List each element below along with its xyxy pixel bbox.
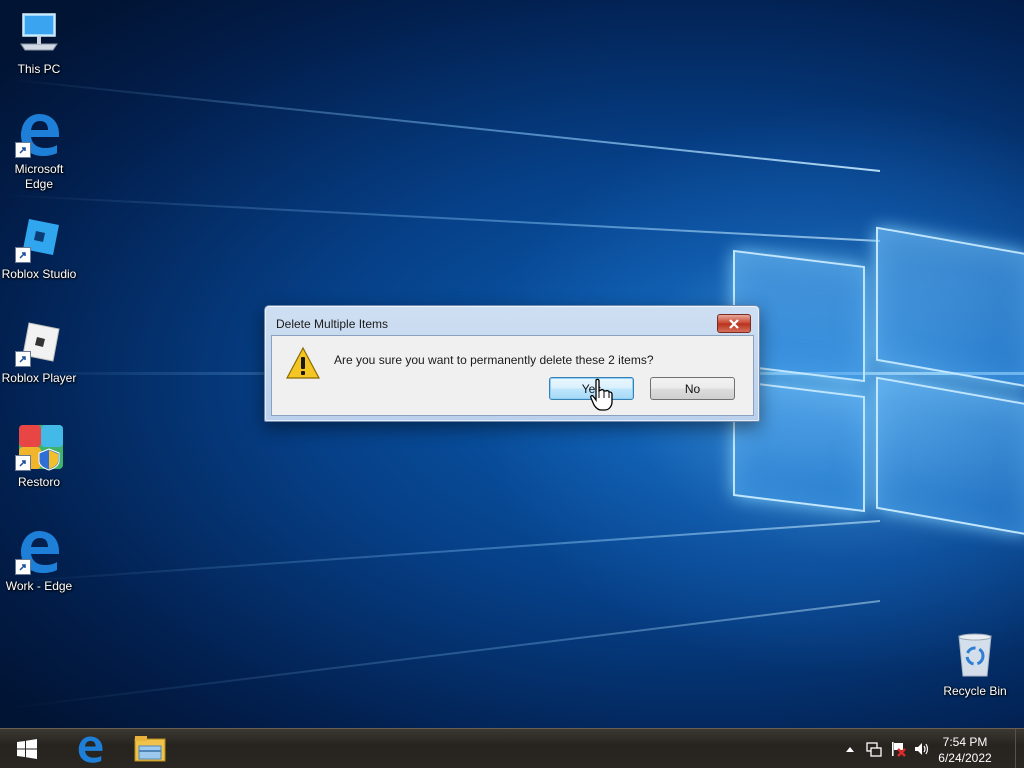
desktop: This PC Microsoft Edge Roblox Studio Rob… xyxy=(0,0,1024,768)
show-desktop-button[interactable] xyxy=(1015,729,1024,768)
volume-tray-button[interactable] xyxy=(914,741,930,757)
desktop-icon-roblox-player[interactable]: Roblox Player xyxy=(0,319,78,386)
desktop-icon-microsoft-edge[interactable]: Microsoft Edge xyxy=(0,110,78,192)
desktop-icon-label: Work - Edge xyxy=(5,579,73,593)
this-pc-icon xyxy=(15,10,63,58)
hand-cursor-icon xyxy=(589,378,615,412)
shortcut-arrow-icon xyxy=(15,142,31,158)
clock-time: 7:54 PM xyxy=(942,735,988,749)
restoro-icon xyxy=(15,423,63,471)
clock-date: 6/24/2022 xyxy=(938,751,992,765)
network-icon xyxy=(866,742,882,757)
dialog-title: Delete Multiple Items xyxy=(276,317,389,331)
desktop-icon-label: This PC xyxy=(17,62,61,76)
desktop-icon-label: Recycle Bin xyxy=(943,684,1007,698)
taskbar: 7:54 PM 6/24/2022 xyxy=(0,728,1024,768)
close-button[interactable] xyxy=(717,314,751,333)
desktop-icon-label: Roblox Studio xyxy=(1,267,77,281)
wallpaper-logo-pane xyxy=(876,376,1024,536)
delete-confirmation-dialog: Delete Multiple Items Are you sure you w… xyxy=(264,305,760,422)
recycle-bin-icon xyxy=(951,632,999,680)
dialog-message: Are you sure you want to permanently del… xyxy=(334,353,654,367)
chevron-up-icon xyxy=(846,747,854,752)
desktop-icon-restoro[interactable]: Restoro xyxy=(0,423,78,490)
desktop-icon-roblox-studio[interactable]: Roblox Studio xyxy=(0,215,78,282)
no-button-label: No xyxy=(684,381,701,396)
shortcut-arrow-icon xyxy=(15,247,31,263)
desktop-icon-label: Restoro xyxy=(17,475,61,489)
close-icon xyxy=(729,318,739,329)
edge-icon xyxy=(15,110,63,158)
wallpaper-ray xyxy=(4,78,881,172)
roblox-player-icon xyxy=(15,319,63,367)
wallpaper-ray xyxy=(6,600,881,710)
file-explorer-icon xyxy=(134,736,166,762)
network-tray-button[interactable] xyxy=(866,741,882,757)
edge-icon xyxy=(78,736,103,763)
wallpaper-ray xyxy=(2,520,881,584)
shortcut-arrow-icon xyxy=(15,455,31,471)
windows-start-icon xyxy=(17,739,37,759)
shortcut-arrow-icon xyxy=(15,351,31,367)
dialog-body: Are you sure you want to permanently del… xyxy=(271,335,754,416)
taskbar-file-explorer-button[interactable] xyxy=(120,729,180,768)
no-button[interactable]: No xyxy=(650,377,735,400)
taskbar-edge-button[interactable] xyxy=(60,729,120,768)
wallpaper-ray xyxy=(1,193,881,242)
desktop-icon-work-edge[interactable]: Work - Edge xyxy=(0,527,78,594)
start-button[interactable] xyxy=(0,729,54,768)
warning-icon xyxy=(285,346,321,382)
taskbar-clock[interactable]: 7:54 PM 6/24/2022 xyxy=(930,734,1000,766)
desktop-icon-this-pc[interactable]: This PC xyxy=(0,10,78,77)
desktop-icon-recycle-bin[interactable]: Recycle Bin xyxy=(936,632,1014,699)
volume-icon xyxy=(915,743,929,755)
action-center-flag-icon xyxy=(892,742,906,757)
wallpaper-logo-pane xyxy=(876,226,1024,388)
desktop-icon-label: Roblox Player xyxy=(1,371,77,385)
show-hidden-icons-button[interactable] xyxy=(842,741,858,757)
action-center-tray-button[interactable] xyxy=(890,741,906,757)
roblox-studio-icon xyxy=(15,215,63,263)
edge-icon xyxy=(15,527,63,575)
desktop-icon-label: Microsoft Edge xyxy=(14,162,64,191)
shortcut-arrow-icon xyxy=(15,559,31,575)
